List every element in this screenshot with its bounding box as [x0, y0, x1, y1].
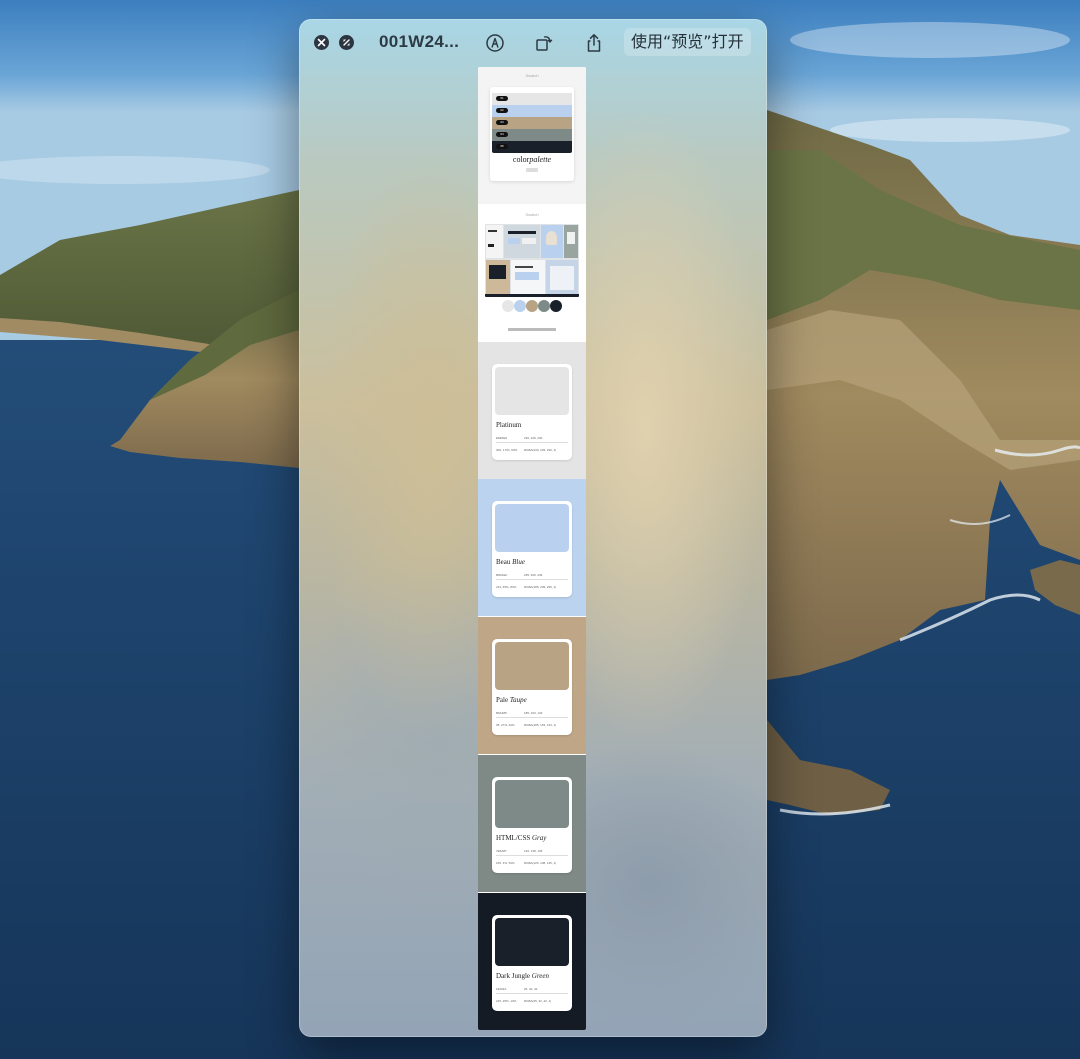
swatch-rgb: 185, 209, 239	[524, 573, 543, 577]
color-dot	[502, 300, 514, 312]
rotate-icon	[536, 36, 553, 51]
swatch-rgb: 126, 138, 135	[524, 849, 543, 853]
cover-card: 01 02 03 04 05 colorpalette	[490, 87, 574, 181]
swatch-name: Beau Blue	[496, 558, 525, 566]
swatch-name-plain: HTML/CSS	[496, 834, 531, 842]
swatch-hex: 7E8A87	[496, 849, 507, 853]
swatch-divider	[496, 993, 568, 994]
cover-header: Swatch	[525, 73, 539, 78]
swatch-chip	[495, 504, 569, 552]
swatch-name-plain: Platinum	[496, 421, 522, 429]
color-dot	[514, 300, 526, 312]
document-preview[interactable]: Swatch 01 02 03 04 05 colorpalette Swatc…	[478, 67, 586, 1030]
swatch-rgba: RGBA(185, 209, 239, 1)	[524, 585, 557, 589]
rotate-button[interactable]	[533, 32, 555, 54]
swatch-chip	[495, 367, 569, 415]
swatch-name-plain: Dark Jungle	[496, 972, 531, 980]
swatch-chip	[495, 918, 569, 966]
swatch-rgba: RGBA(25, 32, 42, 1)	[524, 999, 552, 1003]
stripe-tag: 01	[496, 96, 508, 101]
stripe-tag: 03	[496, 120, 508, 125]
close-icon	[317, 38, 326, 47]
swatch-page-beau-blue: Beau Blue B9D1EF 185, 209, 239 213, 65%,…	[478, 479, 586, 616]
open-with-preview-button[interactable]: 使用“预览”打开	[624, 28, 751, 56]
stripe-tag: 05	[496, 144, 508, 149]
cover-title-italic: palette	[529, 155, 552, 164]
close-button[interactable]	[314, 35, 329, 50]
swatch-hsl: 35, 27%, 62%	[496, 723, 515, 727]
swatch-divider	[496, 579, 568, 580]
swatch-card: Dark Jungle Green 19202A 25, 32, 42 215,…	[492, 915, 572, 1011]
swatch-name-plain: Pale	[496, 696, 509, 704]
palette-stripe: 03	[492, 117, 572, 129]
swatch-hsl: 300, 1.5%, 90%	[496, 448, 518, 452]
swatch-hex: E6E5E6	[496, 436, 508, 440]
stripe-tag: 04	[496, 132, 508, 137]
swatch-hex: B9D1EF	[496, 573, 508, 577]
markup-button[interactable]	[484, 32, 506, 54]
window-title: 001W24...	[379, 32, 460, 51]
swatch-name: Platinum	[496, 421, 521, 429]
palette-stripe: 04	[492, 129, 572, 141]
quick-look-window: 001W24... 使用“预览”打开 Swatch 01 02 03 04 05…	[299, 19, 767, 1037]
palette-stripe: 05	[492, 141, 572, 153]
color-dot	[526, 300, 538, 312]
mockups-page: Swatch	[478, 204, 586, 342]
color-dot	[538, 300, 550, 312]
swatch-hex: B9A385	[496, 711, 507, 715]
swatch-rgb: 185, 163, 133	[524, 711, 543, 715]
swatch-hsl: 165, 4%, 52%	[496, 861, 515, 865]
color-dot	[550, 300, 562, 312]
cover-subtitle-mark	[526, 168, 538, 172]
markup-icon	[486, 34, 504, 52]
swatch-page-pale-taupe: Pale Taupe B9A385 185, 163, 133 35, 27%,…	[478, 617, 586, 754]
swatch-name-plain: Beau	[496, 558, 511, 566]
swatch-rgba: RGBA(126, 138, 135, 1)	[524, 861, 557, 865]
swatch-page-gray: HTML/CSS Gray 7E8A87 126, 138, 135 165, …	[478, 755, 586, 892]
swatch-card: HTML/CSS Gray 7E8A87 126, 138, 135 165, …	[492, 777, 572, 873]
swatch-divider	[496, 855, 568, 856]
mockups-header: Swatch	[525, 212, 539, 217]
swatch-divider	[496, 442, 568, 443]
swatch-hsl: 215, 25%, 13%	[496, 999, 517, 1003]
share-icon	[587, 34, 601, 52]
swatch-name-italic: Taupe	[509, 696, 527, 704]
quick-look-toolbar: 001W24... 使用“预览”打开	[299, 19, 767, 67]
swatch-name-italic: Green	[531, 972, 550, 980]
fullscreen-icon	[343, 39, 350, 46]
swatch-rgba: RGBA(230, 229, 230, 1)	[524, 448, 557, 452]
mockups-footer-mark	[508, 328, 556, 331]
swatch-name: Dark Jungle Green	[496, 972, 549, 980]
swatch-name-italic: Gray	[531, 834, 547, 842]
palette-stripe: 02	[492, 105, 572, 117]
swatch-rgba: RGBA(185, 163, 133, 1)	[524, 723, 557, 727]
share-button[interactable]	[583, 32, 605, 54]
swatch-card: Pale Taupe B9A385 185, 163, 133 35, 27%,…	[492, 639, 572, 735]
swatch-rgb: 25, 32, 42	[524, 987, 538, 991]
cover-page: Swatch 01 02 03 04 05 colorpalette	[478, 67, 586, 204]
stripe-tag: 02	[496, 108, 508, 113]
fullscreen-button[interactable]	[339, 35, 354, 50]
swatch-card: Platinum E6E5E6 230, 229, 230 300, 1.5%,…	[492, 364, 572, 460]
cover-title: colorpalette	[490, 155, 574, 164]
swatch-page-platinum: Platinum E6E5E6 230, 229, 230 300, 1.5%,…	[478, 342, 586, 479]
swatch-chip	[495, 642, 569, 690]
swatch-name: Pale Taupe	[496, 696, 527, 704]
palette-stripe: 01	[492, 93, 572, 105]
swatch-rgb: 230, 229, 230	[524, 436, 543, 440]
cover-title-plain: color	[512, 155, 530, 164]
swatch-hex: 19202A	[496, 987, 507, 991]
swatch-divider	[496, 717, 568, 718]
swatch-card: Beau Blue B9D1EF 185, 209, 239 213, 65%,…	[492, 501, 572, 597]
mockup-collage	[485, 224, 579, 297]
swatch-name-italic: Blue	[512, 558, 525, 566]
color-dots	[478, 300, 586, 314]
swatch-page-dark-jungle-green: Dark Jungle Green 19202A 25, 32, 42 215,…	[478, 893, 586, 1030]
swatch-name: HTML/CSS Gray	[496, 834, 546, 842]
swatch-chip	[495, 780, 569, 828]
swatch-hsl: 213, 65%, 83%	[496, 585, 517, 589]
